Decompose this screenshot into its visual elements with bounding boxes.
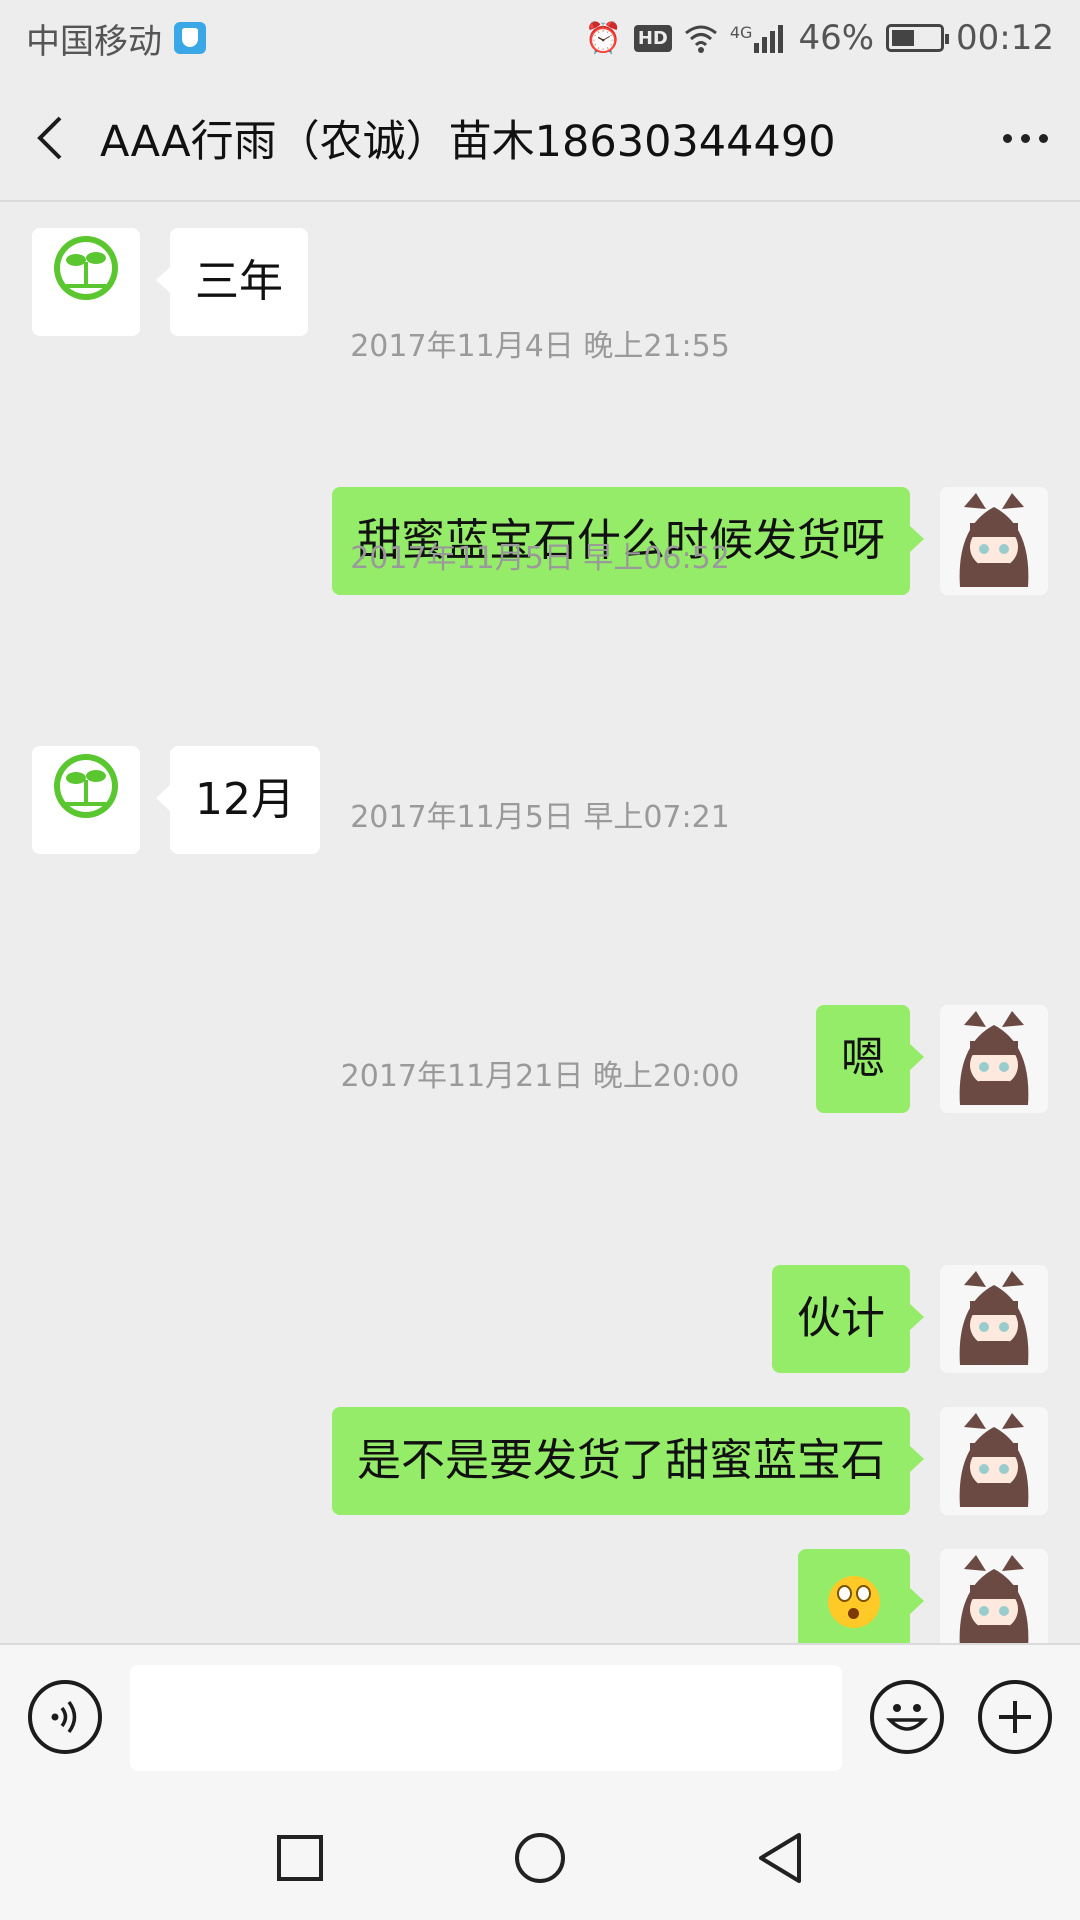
chat-header: AAA行雨（农诚）苗木18630344490	[0, 76, 1080, 202]
emoji-button[interactable]	[870, 1680, 944, 1754]
more-dot-icon	[1020, 133, 1030, 143]
system-nav-bar	[0, 1793, 1080, 1920]
message-row: 三年	[0, 228, 1080, 336]
message-timestamp: 2017年11月4日 晚上21:55	[350, 329, 730, 364]
more-dot-icon	[1002, 133, 1012, 143]
security-shield-icon	[174, 22, 206, 54]
back-button[interactable]	[0, 76, 100, 200]
message-row: 伙计	[0, 1265, 1080, 1373]
self-avatar[interactable]	[940, 1265, 1048, 1373]
status-right: ⏰ HD 4G 46% 00:12	[584, 18, 1054, 58]
message-row: 是不是要发货了甜蜜蓝宝石	[0, 1407, 1080, 1515]
status-bar: 中国移动 ⏰ HD 4G 46% 00:12	[0, 0, 1080, 76]
contact-logo-icon	[32, 228, 140, 336]
clock: 00:12	[956, 18, 1054, 58]
self-avatar[interactable]	[940, 1407, 1048, 1515]
self-avatar[interactable]	[940, 1549, 1048, 1643]
message-list[interactable]: 三年 2017年11月4日 晚上21:55 甜蜜蓝宝石什么时候发货呀 2017年…	[0, 203, 1080, 1643]
cartoon-girl-avatar-icon	[940, 1265, 1048, 1373]
square-icon	[277, 1835, 323, 1881]
sent-message-bubble[interactable]: 是不是要发货了甜蜜蓝宝石	[332, 1407, 924, 1515]
triangle-back-icon	[759, 1833, 801, 1883]
message-row	[0, 1549, 1080, 1643]
message-input[interactable]	[130, 1665, 842, 1771]
chat-title: AAA行雨（农诚）苗木18630344490	[100, 117, 836, 167]
signal-icon	[754, 25, 784, 53]
more-functions-button[interactable]	[978, 1680, 1052, 1754]
message-timestamp: 2017年11月5日 早上06:52	[350, 541, 730, 576]
carrier-name: 中国移动	[26, 21, 162, 62]
more-options-button[interactable]	[970, 76, 1080, 200]
surprised-face-emoji-icon	[828, 1576, 880, 1628]
wifi-icon	[684, 25, 717, 53]
circle-icon	[515, 1833, 565, 1883]
sent-message-bubble[interactable]: 伙计	[772, 1265, 924, 1373]
battery-icon	[886, 24, 950, 52]
status-left: 中国移动	[26, 14, 206, 63]
voice-input-button[interactable]	[28, 1680, 102, 1754]
network-type: 4G	[729, 23, 753, 42]
smiley-icon	[885, 1704, 929, 1731]
back-nav-button[interactable]	[745, 1823, 815, 1893]
battery-percent: 46%	[798, 18, 875, 58]
back-arrow-icon	[37, 116, 62, 160]
alarm-icon: ⏰	[584, 20, 622, 56]
cartoon-girl-avatar-icon	[940, 1549, 1048, 1643]
voice-icon	[51, 1700, 77, 1734]
input-bar	[0, 1643, 1080, 1793]
hd-icon: HD	[633, 24, 672, 52]
message-timestamp: 2017年11月21日 晚上20:00	[340, 1059, 740, 1094]
contact-avatar[interactable]	[32, 228, 140, 336]
home-button[interactable]	[505, 1823, 575, 1893]
received-message-bubble[interactable]: 三年	[156, 228, 308, 336]
cartoon-girl-avatar-icon	[940, 1407, 1048, 1515]
recent-apps-button[interactable]	[265, 1823, 335, 1893]
more-dot-icon	[1038, 133, 1048, 143]
sent-emoji-bubble[interactable]	[798, 1549, 924, 1643]
message-timestamp: 2017年11月5日 早上07:21	[350, 800, 730, 835]
